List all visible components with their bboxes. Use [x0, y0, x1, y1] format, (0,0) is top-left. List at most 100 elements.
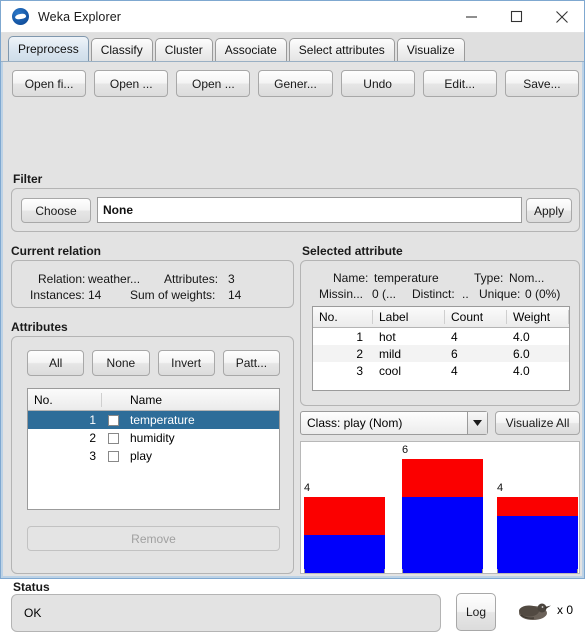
- apply-filter-button[interactable]: Apply: [526, 198, 572, 223]
- stats-count: 4: [451, 329, 458, 344]
- attributes-key: Attributes:: [164, 272, 219, 286]
- column-header-no: No.: [28, 392, 102, 407]
- select-none-button[interactable]: None: [92, 350, 150, 376]
- undo-button[interactable]: Undo: [340, 70, 415, 97]
- filter-panel: Choose None Apply: [11, 188, 580, 232]
- stats-table-header: No. Label Count Weight: [313, 307, 569, 328]
- stats-count: 6: [451, 346, 458, 361]
- stats-count: 4: [451, 363, 458, 378]
- tab-select-attributes[interactable]: Select attributes: [288, 38, 395, 61]
- column-header-weight: Weight: [507, 310, 569, 324]
- column-header-name: Name: [130, 392, 163, 407]
- attribute-name: play: [130, 449, 153, 463]
- histogram-segment-no: [402, 459, 483, 497]
- tab-cluster[interactable]: Cluster: [154, 38, 213, 61]
- pattern-button[interactable]: Patt...: [222, 350, 280, 376]
- table-row[interactable]: 1 temperature: [28, 411, 279, 429]
- tab-label: Preprocess: [18, 42, 79, 56]
- attr-type-value: Nom...: [509, 271, 545, 285]
- weka-bird-icon[interactable]: [516, 600, 552, 622]
- attribute-no: 2: [89, 431, 96, 445]
- table-row[interactable]: 3 play: [28, 447, 279, 465]
- open-url-button[interactable]: Open ...: [94, 70, 169, 97]
- table-row[interactable]: 1 hot 4 4.0: [313, 328, 569, 345]
- column-header-no: No.: [313, 310, 373, 324]
- attributes-panel: All None Invert Patt... No. Name 1 tempe…: [11, 336, 294, 574]
- window-controls: [449, 1, 584, 32]
- instances-key: Instances:: [30, 288, 85, 302]
- class-selector-label: Class: play (Nom): [307, 416, 403, 430]
- histogram-segment-yes: [497, 516, 578, 573]
- visualize-all-button[interactable]: Visualize All: [495, 411, 580, 435]
- histogram-segment-no: [497, 497, 578, 516]
- attr-missing-key: Missin...: [319, 287, 364, 301]
- attr-missing-value: 0 (...: [372, 287, 397, 301]
- remove-attribute-button[interactable]: Remove: [27, 526, 280, 551]
- title-bar: Weka Explorer: [1, 1, 584, 33]
- save-button[interactable]: Save...: [504, 70, 579, 97]
- filter-section-label: Filter: [13, 172, 43, 186]
- table-row[interactable]: 2 mild 6 6.0: [313, 345, 569, 362]
- tab-label: Select attributes: [298, 43, 385, 57]
- stats-weight: 4.0: [513, 363, 530, 378]
- tab-classify[interactable]: Classify: [90, 38, 153, 61]
- selected-attribute-panel: Name: temperature Type: Nom... Missin...…: [300, 260, 580, 406]
- attr-name-value: temperature: [374, 271, 439, 285]
- stats-label: hot: [379, 329, 396, 344]
- histogram-axis-ticks: [301, 569, 579, 573]
- attribute-no: 1: [89, 413, 96, 427]
- table-row[interactable]: 2 humidity: [28, 429, 279, 447]
- weka-explorer-window: Weka Explorer Preprocess Classify Cluste…: [0, 0, 585, 632]
- edit-button[interactable]: Edit...: [422, 70, 497, 97]
- main-tabs: Preprocess Classify Cluster Associate Se…: [1, 33, 584, 62]
- open-file-button[interactable]: Open fi...: [12, 70, 87, 97]
- attr-unique-value: 0 (0%): [525, 287, 561, 301]
- maximize-icon[interactable]: [494, 1, 539, 32]
- attribute-stats-table[interactable]: No. Label Count Weight 1 hot 4 4.0 2 mil…: [312, 306, 570, 391]
- log-button[interactable]: Log: [456, 593, 496, 631]
- current-relation-label: Current relation: [11, 244, 102, 258]
- attributes-section-label: Attributes: [11, 320, 68, 334]
- attribute-checkbox[interactable]: [102, 432, 124, 444]
- tab-associate[interactable]: Associate: [214, 38, 287, 61]
- select-all-button[interactable]: All: [27, 350, 85, 376]
- tab-label: Classify: [100, 43, 143, 57]
- generate-button[interactable]: Gener...: [258, 70, 333, 97]
- tab-preprocess[interactable]: Preprocess: [8, 36, 89, 61]
- status-message: OK: [11, 594, 441, 632]
- class-selector[interactable]: Class: play (Nom): [300, 411, 488, 435]
- attributes-table-header: No. Name: [28, 389, 279, 411]
- close-icon[interactable]: [539, 1, 584, 32]
- choose-filter-button[interactable]: Choose: [21, 198, 91, 223]
- invert-selection-button[interactable]: Invert: [157, 350, 215, 376]
- sum-weights-key: Sum of weights:: [130, 288, 216, 302]
- attribute-no: 3: [89, 449, 96, 463]
- sum-weights-value: 14: [228, 288, 242, 302]
- histogram-bar-label: 4: [497, 482, 504, 494]
- minimize-icon[interactable]: [449, 1, 494, 32]
- tab-label: Cluster: [164, 43, 203, 57]
- stats-label: mild: [379, 346, 402, 361]
- open-db-button[interactable]: Open ...: [176, 70, 251, 97]
- attr-name-key: Name:: [333, 271, 369, 285]
- stats-no: 1: [356, 329, 363, 344]
- attributes-table[interactable]: No. Name 1 temperature 2 humidity 3 play: [27, 388, 280, 510]
- instances-value: 14: [88, 288, 102, 302]
- tab-label: Visualize: [406, 43, 455, 57]
- attribute-checkbox[interactable]: [102, 414, 124, 426]
- table-row[interactable]: 3 cool 4 4.0: [313, 362, 569, 379]
- attribute-checkbox[interactable]: [102, 450, 124, 462]
- filter-value-field[interactable]: None: [97, 197, 522, 223]
- current-relation-panel: Relation: weather... Attributes: 3 Insta…: [11, 260, 294, 308]
- attr-type-key: Type:: [474, 271, 504, 285]
- histogram-segment-yes: [304, 535, 385, 573]
- attribute-histogram[interactable]: 4 6 4: [300, 441, 580, 574]
- histogram-bar-label: 4: [304, 482, 311, 494]
- column-header-label: Label: [373, 310, 445, 324]
- chevron-down-icon[interactable]: [467, 412, 487, 434]
- tab-visualize[interactable]: Visualize: [396, 38, 465, 61]
- stats-weight: 4.0: [513, 329, 530, 344]
- attribute-selection-buttons: All None Invert Patt...: [27, 350, 280, 376]
- histogram-segment-no: [304, 497, 385, 535]
- histogram-segment-yes: [402, 497, 483, 573]
